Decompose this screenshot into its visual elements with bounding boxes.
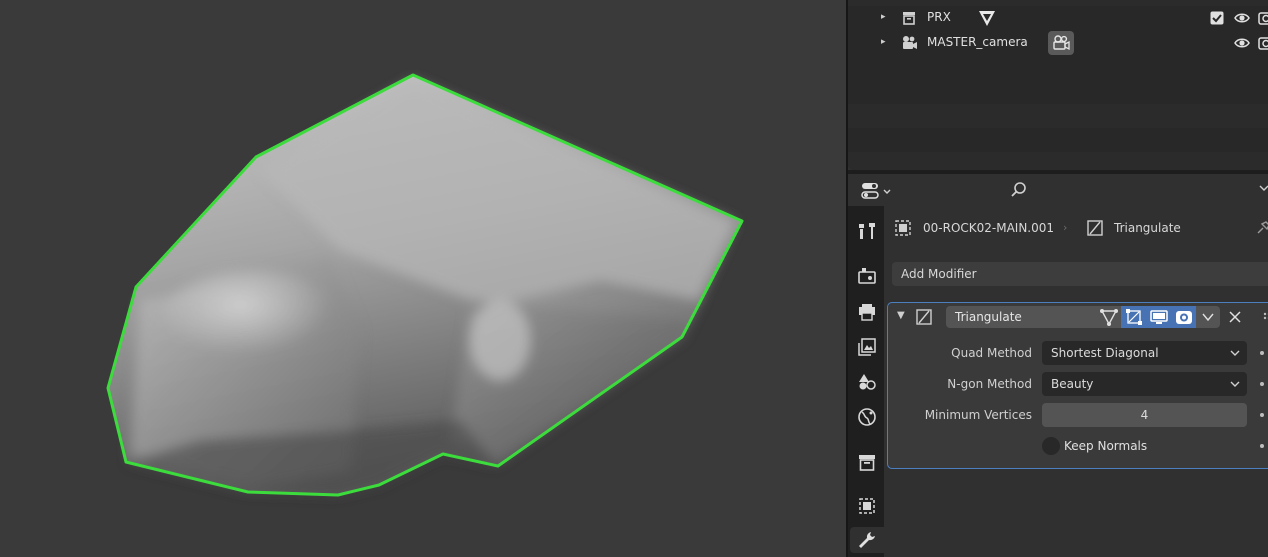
- triangulate-modifier-panel: ▼ Triangulate Quad Method Shortest Diago…: [887, 302, 1268, 469]
- scene-tab[interactable]: [854, 369, 880, 395]
- render-tab[interactable]: [854, 263, 880, 289]
- render-camera-icon: [1175, 311, 1192, 324]
- render-camera-icon[interactable]: [1258, 10, 1268, 26]
- properties-tab-bar: [848, 206, 884, 557]
- chevron-down-icon: [1230, 381, 1240, 387]
- keep-normals-label[interactable]: Keep Normals: [1064, 439, 1147, 453]
- search-icon[interactable]: [1010, 181, 1028, 199]
- viewport-canvas[interactable]: [0, 0, 846, 557]
- pin-icon[interactable]: [1254, 219, 1268, 237]
- eye-icon[interactable]: [1234, 35, 1250, 51]
- view-layer-icon: [858, 338, 876, 356]
- add-modifier-label: Add Modifier: [901, 267, 977, 281]
- edit-mode-icon: [1125, 309, 1142, 325]
- outliner-panel[interactable]: ▸ PRX ▸ MASTER_camera: [848, 0, 1268, 170]
- minimum-vertices-field[interactable]: 4: [1042, 403, 1247, 427]
- triangulate-modifier-icon: [1087, 220, 1103, 236]
- keep-normals-checkbox[interactable]: [1042, 437, 1060, 455]
- edit-mode-toggle[interactable]: [1121, 306, 1146, 328]
- breadcrumb-object-name: 00-ROCK02-MAIN.001: [923, 221, 1055, 235]
- editor-type-icon[interactable]: [860, 180, 896, 202]
- ngon-method-dropdown[interactable]: Beauty: [1042, 372, 1247, 396]
- ngon-method-value: Beauty: [1051, 377, 1094, 391]
- expand-arrow-icon[interactable]: ▸: [881, 37, 886, 47]
- quad-method-row: Quad Method Shortest Diagonal: [888, 341, 1268, 365]
- viewport-display-toggle[interactable]: [1146, 306, 1171, 328]
- ngon-method-row: N-gon Method Beauty: [888, 372, 1268, 396]
- ngon-method-label: N-gon Method: [947, 377, 1032, 391]
- render-toggle[interactable]: [1171, 306, 1196, 328]
- render-camera-icon[interactable]: [1258, 35, 1268, 51]
- properties-header: [848, 174, 1268, 206]
- monitor-icon: [1149, 310, 1168, 324]
- expand-arrow-icon[interactable]: ▸: [881, 12, 886, 22]
- keyframe-dot-icon[interactable]: [1260, 444, 1264, 448]
- keyframe-dot-icon[interactable]: [1260, 413, 1264, 417]
- camera-data-button[interactable]: [1048, 31, 1074, 55]
- tool-tab[interactable]: [854, 218, 880, 244]
- add-modifier-button[interactable]: Add Modifier: [892, 262, 1268, 286]
- object-square-icon: [895, 220, 911, 236]
- quad-method-label: Quad Method: [951, 346, 1032, 360]
- view-layer-tab[interactable]: [854, 334, 880, 360]
- keep-normals-row: Keep Normals: [888, 434, 1268, 458]
- outliner-row-master-camera[interactable]: ▸ MASTER_camera: [848, 31, 1268, 55]
- tool-icon: [859, 223, 875, 239]
- collapse-arrow-icon[interactable]: ▼: [897, 310, 905, 321]
- minimum-vertices-label: Minimum Vertices: [924, 408, 1032, 422]
- object-tab[interactable]: [854, 493, 880, 519]
- vertex-triangle-icon: [1099, 309, 1118, 326]
- chevron-down-icon: [1202, 313, 1214, 322]
- chevron-down-icon: [1230, 350, 1240, 356]
- render-icon: [858, 268, 876, 284]
- properties-editor[interactable]: 00-ROCK02-MAIN.001 › Triangulate Add Mod…: [848, 174, 1268, 557]
- outliner-item-name[interactable]: MASTER_camera: [927, 35, 1028, 49]
- triangulate-modifier-icon: [916, 309, 932, 325]
- checkbox-checked-icon[interactable]: [1209, 10, 1225, 26]
- collection-tab[interactable]: [854, 449, 880, 475]
- modifier-name-field[interactable]: Triangulate: [946, 306, 1096, 328]
- breadcrumb-separator: ›: [1063, 221, 1068, 234]
- modifier-header[interactable]: ▼ Triangulate: [888, 303, 1268, 331]
- modifier-tab[interactable]: [850, 527, 884, 553]
- camera-data-icon: [1053, 35, 1070, 51]
- scene-icon: [859, 374, 876, 390]
- rock-mesh[interactable]: [108, 75, 742, 495]
- wrench-icon: [859, 532, 875, 548]
- object-square-icon: [859, 498, 875, 514]
- mesh-data-icon[interactable]: [976, 8, 998, 28]
- minimum-vertices-row: Minimum Vertices 4: [888, 403, 1268, 427]
- breadcrumb: 00-ROCK02-MAIN.001 › Triangulate: [892, 216, 1268, 240]
- world-tab[interactable]: [854, 404, 880, 430]
- collection-icon: [903, 12, 915, 25]
- world-globe-icon: [858, 408, 876, 426]
- eye-icon[interactable]: [1234, 10, 1250, 26]
- quad-method-value: Shortest Diagonal: [1051, 346, 1159, 360]
- modifier-properties-panel: 00-ROCK02-MAIN.001 › Triangulate Add Mod…: [884, 206, 1268, 557]
- remove-modifier-button[interactable]: [1226, 308, 1244, 326]
- chevron-down-icon[interactable]: [1258, 182, 1268, 194]
- 3d-viewport[interactable]: [0, 0, 846, 557]
- close-icon: [1229, 311, 1241, 323]
- on-cage-toggle[interactable]: [1096, 306, 1121, 328]
- breadcrumb-modifier-name: Triangulate: [1114, 221, 1181, 235]
- outliner-item-name[interactable]: PRX: [927, 10, 951, 24]
- camera-object-icon: [903, 36, 917, 49]
- minimum-vertices-value: 4: [1140, 408, 1149, 422]
- outliner-row-prx[interactable]: ▸ PRX: [848, 6, 1268, 30]
- drag-handle-icon[interactable]: [1262, 308, 1268, 326]
- quad-method-dropdown[interactable]: Shortest Diagonal: [1042, 341, 1247, 365]
- collection-box-icon: [859, 455, 875, 471]
- keyframe-dot-icon[interactable]: [1260, 382, 1264, 386]
- output-tab[interactable]: [854, 299, 880, 325]
- output-printer-icon: [859, 304, 875, 321]
- keyframe-dot-icon[interactable]: [1260, 351, 1264, 355]
- modifier-menu-button[interactable]: [1196, 306, 1220, 328]
- modifier-name: Triangulate: [955, 310, 1022, 324]
